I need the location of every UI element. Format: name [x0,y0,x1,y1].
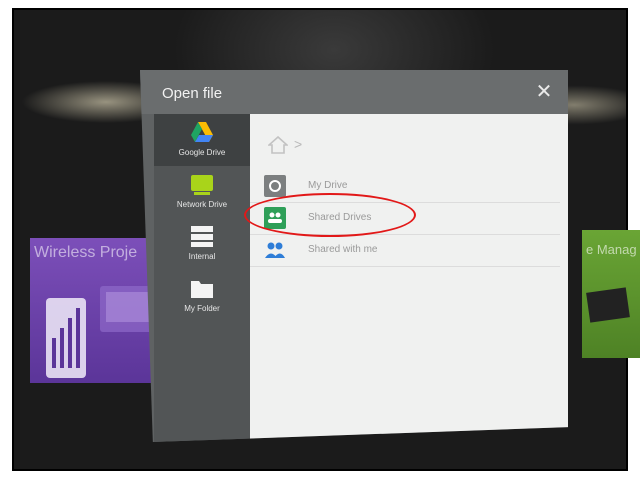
sidebar-item-label: Network Drive [176,200,228,209]
folder-illustration [586,287,630,323]
sidebar-item-label: Google Drive [178,148,226,157]
dialog-title: Open file [162,85,223,102]
sidebar-item-my-folder[interactable]: My Folder [154,270,250,322]
shared-with-me-icon [265,242,285,258]
dialog-header: Open file ✕ [140,70,568,114]
sidebar-item-label: My Folder [184,304,220,313]
source-sidebar: Google Drive Network Drive Internal My F… [154,114,250,442]
background-card-title-left: Wireless Proje [34,244,138,261]
breadcrumb-separator: > [294,136,303,152]
sidebar-item-network-drive[interactable]: Network Drive [154,166,250,218]
folder-icon [191,281,213,298]
file-list-panel: > My Drive Shared Drives Shared with me [250,114,568,442]
list-item-my-drive[interactable]: My Drive [250,170,560,203]
network-drive-icon [191,175,213,195]
background-card-title-right: e Manag [586,242,637,257]
close-icon[interactable]: ✕ [534,82,554,102]
google-drive-icon [191,122,213,142]
list-item-shared-drives[interactable]: Shared Drives [250,202,560,235]
tablet-illustration [46,286,156,378]
shared-drives-icon [264,207,286,229]
my-drive-icon [264,175,286,197]
background-app-card-right: e Manag [582,230,640,358]
sidebar-item-internal[interactable]: Internal [154,218,250,270]
sidebar-item-google-drive[interactable]: Google Drive [154,114,250,166]
open-file-dialog: Open file ✕ Google Drive Network Drive I… [140,70,568,442]
internal-storage-icon [191,226,213,247]
home-icon[interactable] [268,136,288,154]
list-item-label: My Drive [308,180,348,191]
list-item-label: Shared with me [308,244,378,255]
sidebar-item-label: Internal [188,252,216,261]
list-item-label: Shared Drives [308,212,372,223]
list-item-shared-with-me[interactable]: Shared with me [250,234,560,267]
